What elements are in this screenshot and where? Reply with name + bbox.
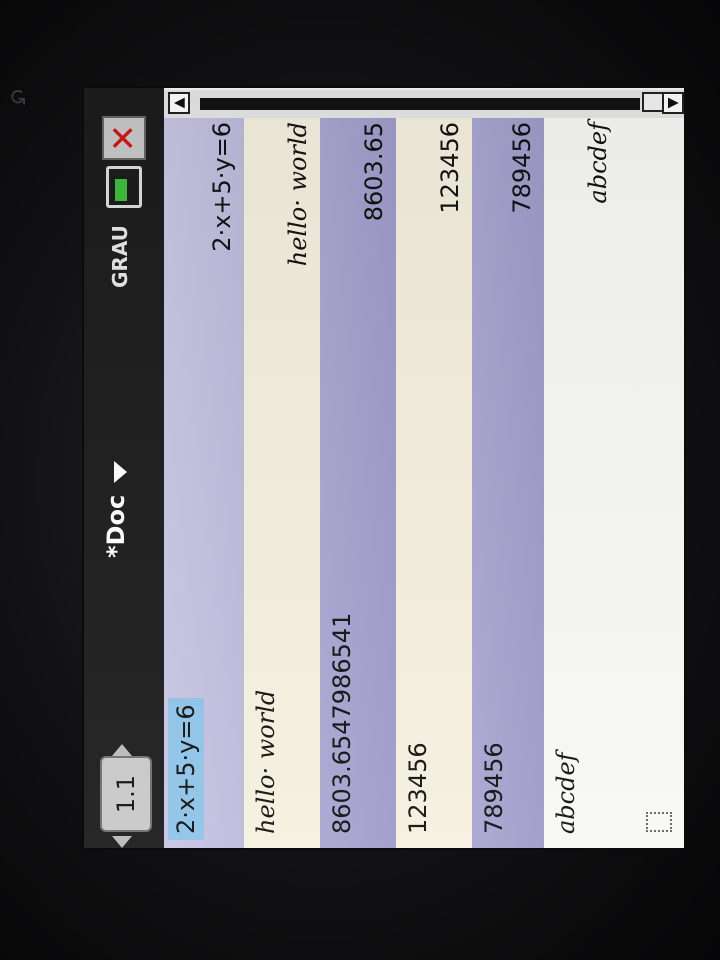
history-output[interactable]: 123456	[436, 122, 464, 214]
calculator-screen: 1.1 *Doc GRAU ✕ 2·x+5·y=6 2·x+5·y=6 hell…	[84, 88, 684, 848]
history-input[interactable]: hello· world	[252, 690, 280, 834]
history-input[interactable]: abcdef	[552, 752, 580, 834]
angle-mode-indicator: GRAU	[108, 225, 132, 288]
battery-icon	[106, 166, 142, 208]
document-title[interactable]: *Doc	[102, 495, 130, 558]
entry-cursor-icon[interactable]	[646, 812, 672, 832]
scroll-down-icon[interactable]: ▼	[662, 92, 684, 114]
history-output[interactable]: 8603.65	[360, 122, 388, 221]
scroll-track[interactable]	[200, 98, 640, 110]
history-output[interactable]: 2·x+5·y=6	[208, 122, 236, 252]
history-input[interactable]: 123456	[404, 742, 432, 834]
scrollbar[interactable]: ▲ ▼	[164, 90, 684, 118]
history-input[interactable]: 789456	[480, 742, 508, 834]
history-input[interactable]: 8603.6547986541	[328, 613, 356, 834]
history-entry[interactable]: 789456 789456	[472, 108, 544, 848]
history-entry[interactable]: 123456 123456	[396, 108, 472, 848]
history-entry[interactable]: 2·x+5·y=6 2·x+5·y=6	[164, 108, 244, 848]
history-output[interactable]: hello· world	[284, 122, 312, 266]
history-entry[interactable]: abcdef abcdef	[544, 108, 620, 848]
page-tab[interactable]: 1.1	[100, 756, 152, 832]
previous-page-icon[interactable]	[112, 836, 132, 848]
history-entry[interactable]: hello· world hello· world	[244, 108, 320, 848]
history-area: 2·x+5·y=6 2·x+5·y=6 hello· world hello· …	[164, 88, 684, 848]
undo-key-glyph: ↺	[5, 87, 31, 107]
history-output[interactable]: abcdef	[584, 122, 612, 204]
triangle-down-icon[interactable]	[114, 461, 127, 483]
scroll-up-icon[interactable]: ▲	[168, 92, 190, 114]
entry-line[interactable]	[620, 108, 684, 848]
scroll-thumb[interactable]	[642, 92, 664, 112]
history-input[interactable]: 2·x+5·y=6	[168, 698, 204, 840]
next-page-icon[interactable]	[112, 744, 132, 756]
history-output[interactable]: 789456	[508, 122, 536, 214]
title-bar: 1.1 *Doc GRAU ✕	[84, 88, 164, 848]
history-entry[interactable]: 8603.6547986541 8603.65	[320, 108, 396, 848]
close-x-icon[interactable]: ✕	[102, 116, 146, 160]
